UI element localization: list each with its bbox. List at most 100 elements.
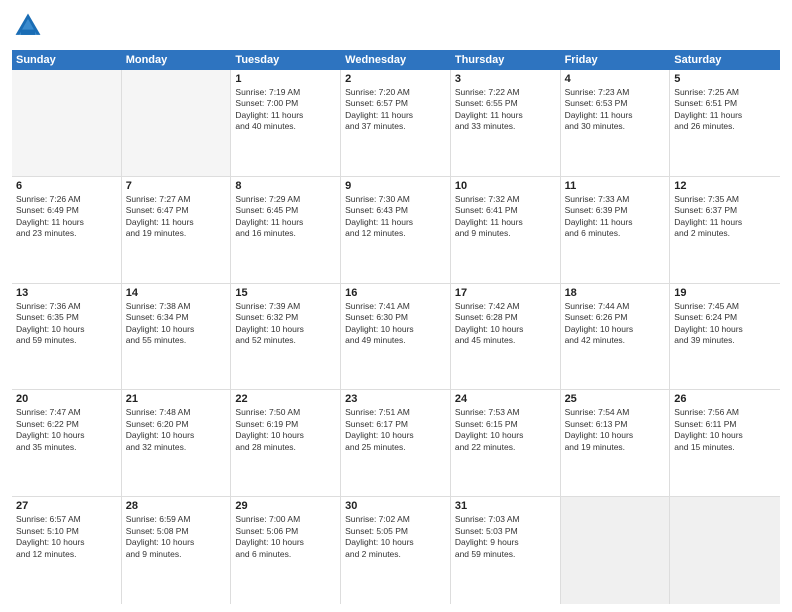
day-number: 19 [674, 287, 776, 299]
cell-line: Sunrise: 7:53 AM [455, 407, 556, 418]
cell-line: Sunset: 6:47 PM [126, 205, 227, 216]
cell-line: and 19 minutes. [565, 442, 666, 453]
day-number: 12 [674, 180, 776, 192]
cell-line: Sunset: 6:39 PM [565, 205, 666, 216]
cell-line: and 9 minutes. [455, 228, 556, 239]
cell-line: Daylight: 11 hours [455, 110, 556, 121]
header-day-thursday: Thursday [451, 50, 561, 70]
calendar: SundayMondayTuesdayWednesdayThursdayFrid… [12, 50, 780, 604]
cell-line: and 35 minutes. [16, 442, 117, 453]
day-number: 28 [126, 500, 227, 512]
calendar-cell: 27 Sunrise: 6:57 AMSunset: 5:10 PMDayligh… [12, 497, 122, 604]
cell-line: Daylight: 9 hours [455, 537, 556, 548]
cell-line: Sunrise: 7:25 AM [674, 87, 776, 98]
calendar-cell: 25Sunrise: 7:54 AMSunset: 6:13 PMDayligh… [561, 390, 671, 496]
cell-line: Sunrise: 7:02 AM [345, 514, 446, 525]
day-number: 30 [345, 500, 446, 512]
cell-line: Sunset: 6:22 PM [16, 419, 117, 430]
calendar-week-5: 27Sunrise: 6:57 AMSunset: 5:10 PMDayligh… [12, 497, 780, 604]
day-number: 31 [455, 500, 556, 512]
cell-line: Daylight: 10 hours [235, 324, 336, 335]
cell-line: Daylight: 10 hours [126, 537, 227, 548]
cell-line: Daylight: 10 hours [16, 537, 117, 548]
cell-line: Sunset: 6:20 PM [126, 419, 227, 430]
cell-line: Sunrise: 7:56 AM [674, 407, 776, 418]
calendar-cell: 23Sunrise: 7:51 AMSunset: 6:17 PMDayligh… [341, 390, 451, 496]
cell-line: Daylight: 10 hours [455, 430, 556, 441]
cell-line: and 12 minutes. [16, 549, 117, 560]
cell-line: Daylight: 10 hours [674, 324, 776, 335]
cell-line: Sunrise: 7:48 AM [126, 407, 227, 418]
cell-line: Daylight: 11 hours [674, 217, 776, 228]
calendar-cell: 4Sunrise: 7:23 AMSunset: 6:53 PMDaylight… [561, 70, 671, 176]
cell-line: and 22 minutes. [455, 442, 556, 453]
calendar-cell: 18Sunrise: 7:44 AMSunset: 6:26 PMDayligh… [561, 284, 671, 390]
header-day-friday: Friday [561, 50, 671, 70]
calendar-cell: 31 Sunrise: 7:03 AMSunset: 5:03 PMDayligh… [451, 497, 561, 604]
cell-line: Sunrise: 7:27 AM [126, 194, 227, 205]
day-number: 14 [126, 287, 227, 299]
cell-line: Sunset: 6:49 PM [16, 205, 117, 216]
cell-line: Sunset: 6:17 PM [345, 419, 446, 430]
cell-line: Daylight: 11 hours [565, 217, 666, 228]
day-number: 25 [565, 393, 666, 405]
cell-line: Sunset: 5:10 PM [16, 526, 117, 537]
cell-line: and 12 minutes. [345, 228, 446, 239]
cell-line: Daylight: 10 hours [345, 537, 446, 548]
cell-line: Sunset: 6:57 PM [345, 98, 446, 109]
calendar-cell: 15Sunrise: 7:39 AMSunset: 6:32 PMDayligh… [231, 284, 341, 390]
day-number: 22 [235, 393, 336, 405]
cell-line: and 39 minutes. [674, 335, 776, 346]
day-number: 17 [455, 287, 556, 299]
day-number: 5 [674, 73, 776, 85]
cell-line: Sunset: 6:26 PM [565, 312, 666, 323]
cell-line: Daylight: 11 hours [126, 217, 227, 228]
cell-line: Sunrise: 7:41 AM [345, 301, 446, 312]
cell-line: Sunrise: 7:50 AM [235, 407, 336, 418]
header [12, 10, 780, 42]
calendar-cell: 1Sunrise: 7:19 AMSunset: 7:00 PMDaylight… [231, 70, 341, 176]
calendar-cell: 11Sunrise: 7:33 AMSunset: 6:39 PMDayligh… [561, 177, 671, 283]
cell-line: Sunset: 6:11 PM [674, 419, 776, 430]
cell-line: Daylight: 10 hours [345, 430, 446, 441]
cell-line: Sunrise: 7:35 AM [674, 194, 776, 205]
calendar-cell: 17Sunrise: 7:42 AMSunset: 6:28 PMDayligh… [451, 284, 561, 390]
day-number: 21 [126, 393, 227, 405]
logo-icon [12, 10, 44, 42]
cell-line: Sunset: 6:30 PM [345, 312, 446, 323]
cell-line: Daylight: 11 hours [16, 217, 117, 228]
cell-line: Sunrise: 7:00 AM [235, 514, 336, 525]
day-number: 27 [16, 500, 117, 512]
day-number: 10 [455, 180, 556, 192]
cell-line: Sunset: 6:51 PM [674, 98, 776, 109]
cell-line: Sunset: 6:28 PM [455, 312, 556, 323]
cell-line: Sunrise: 7:03 AM [455, 514, 556, 525]
cell-line: Sunrise: 7:20 AM [345, 87, 446, 98]
cell-line: Daylight: 10 hours [565, 324, 666, 335]
calendar-cell: 21Sunrise: 7:48 AMSunset: 6:20 PMDayligh… [122, 390, 232, 496]
cell-line: Sunset: 6:13 PM [565, 419, 666, 430]
cell-line: Daylight: 10 hours [674, 430, 776, 441]
cell-line: Daylight: 10 hours [565, 430, 666, 441]
cell-line: and 16 minutes. [235, 228, 336, 239]
cell-line: Sunset: 6:37 PM [674, 205, 776, 216]
cell-line: and 49 minutes. [345, 335, 446, 346]
cell-line: Sunset: 5:08 PM [126, 526, 227, 537]
cell-line: Sunrise: 7:47 AM [16, 407, 117, 418]
cell-line: and 37 minutes. [345, 121, 446, 132]
cell-line: and 59 minutes. [16, 335, 117, 346]
calendar-cell: 12 Sunrise: 7:35 AMSunset: 6:37 PMDayligh… [670, 177, 780, 283]
cell-line: Sunset: 5:03 PM [455, 526, 556, 537]
cell-line: Daylight: 10 hours [16, 430, 117, 441]
cell-line: Sunrise: 7:29 AM [235, 194, 336, 205]
calendar-cell [561, 497, 671, 604]
cell-line: Sunrise: 6:57 AM [16, 514, 117, 525]
cell-line: Daylight: 11 hours [345, 217, 446, 228]
calendar-cell: 30Sunrise: 7:02 AMSunset: 5:05 PMDayligh… [341, 497, 451, 604]
cell-line: and 40 minutes. [235, 121, 336, 132]
header-day-tuesday: Tuesday [231, 50, 341, 70]
cell-line: Daylight: 10 hours [235, 537, 336, 548]
calendar-cell: 28Sunrise: 6:59 AMSunset: 5:08 PMDayligh… [122, 497, 232, 604]
day-number: 23 [345, 393, 446, 405]
day-number: 18 [565, 287, 666, 299]
